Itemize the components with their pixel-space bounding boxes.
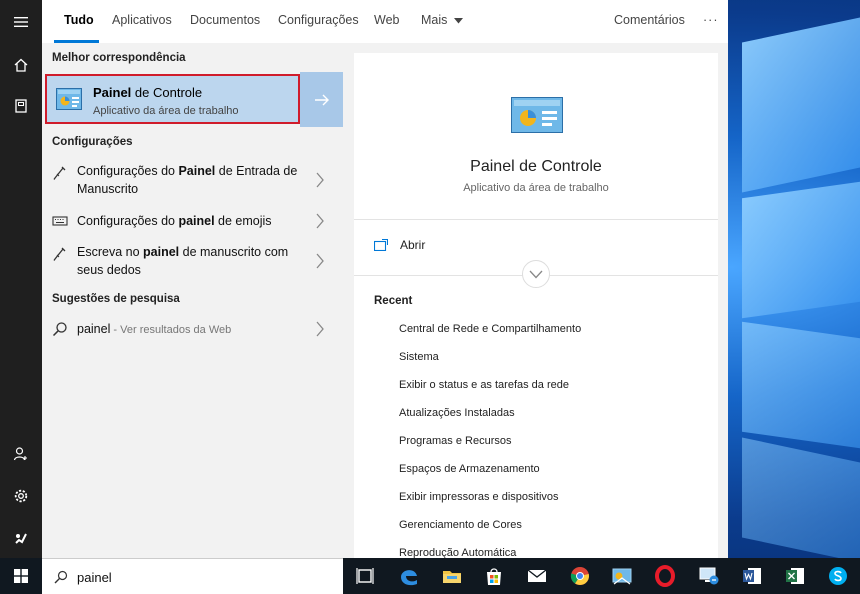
pen-settings-icon xyxy=(53,247,66,261)
result-preview-pane: Painel de Controle Aplicativo da área de… xyxy=(354,53,718,559)
arrow-right-icon xyxy=(314,94,329,105)
home-icon[interactable] xyxy=(0,45,42,85)
handwriting-settings-label: Configurações do Painel de Entrada de Ma… xyxy=(77,162,312,198)
tab-apps[interactable]: Aplicativos xyxy=(112,13,172,27)
caret-down-icon xyxy=(453,17,463,24)
search-icon xyxy=(52,322,67,337)
mail-icon[interactable] xyxy=(525,564,549,588)
list-item-web-suggestion[interactable]: painel - Ver resultados da Web xyxy=(42,320,342,340)
taskbar: painel xyxy=(0,558,860,594)
store-icon[interactable] xyxy=(482,564,506,588)
recent-item[interactable]: Espaços de Armazenamento xyxy=(399,463,540,475)
recent-item[interactable]: Exibir impressoras e dispositivos xyxy=(399,491,559,503)
best-match-expand-button[interactable] xyxy=(300,72,343,127)
recent-item[interactable]: Sistema xyxy=(399,351,439,363)
opera-icon[interactable] xyxy=(653,564,677,588)
feedback-link[interactable]: Comentários xyxy=(614,13,685,27)
chevron-down-icon xyxy=(529,270,543,278)
text-match: painel xyxy=(178,214,215,228)
list-item-handwriting-settings[interactable]: Configurações do Painel de Entrada de Ma… xyxy=(42,162,342,200)
search-input[interactable]: painel xyxy=(77,570,112,585)
tab-more-label: Mais xyxy=(421,13,448,27)
text-prefix: Configurações do xyxy=(77,214,179,228)
start-button[interactable] xyxy=(0,558,42,594)
recent-item[interactable]: Gerenciamento de Cores xyxy=(399,519,522,531)
list-item-emoji-settings[interactable]: Configurações do painel de emojis xyxy=(42,212,342,232)
control-panel-icon xyxy=(511,97,563,133)
finger-handwriting-label: Escreva no painel de manuscrito com seus… xyxy=(77,243,312,279)
start-rail xyxy=(0,0,42,558)
excel-icon[interactable] xyxy=(783,564,807,588)
recent-item[interactable]: Central de Rede e Compartilhamento xyxy=(399,323,581,335)
windows-logo-pane xyxy=(742,437,860,563)
chevron-right-icon xyxy=(316,172,324,188)
recent-item[interactable]: Programas e Recursos xyxy=(399,435,512,447)
section-header-settings: Configurações xyxy=(52,136,133,148)
settings-gear-icon[interactable] xyxy=(0,476,42,516)
tab-more[interactable]: Mais xyxy=(421,13,463,27)
chevron-right-icon xyxy=(316,321,324,337)
file-explorer-icon[interactable] xyxy=(440,564,464,588)
chevron-right-icon xyxy=(316,253,324,269)
search-filter-tabs: Tudo Aplicativos Documentos Configuraçõe… xyxy=(42,0,728,43)
text-match: Painel xyxy=(178,164,216,178)
tab-web[interactable]: Web xyxy=(374,13,399,27)
results-list: Melhor correspondência Painel de Control… xyxy=(42,43,343,558)
list-item-finger-handwriting[interactable]: Escreva no painel de manuscrito com seus… xyxy=(42,243,342,281)
hamburger-menu-icon[interactable] xyxy=(0,2,42,42)
suggestion-note: - Ver resultados da Web xyxy=(110,324,232,336)
best-match-subtitle: Aplicativo da área de trabalho xyxy=(93,105,239,117)
expand-button[interactable] xyxy=(522,260,550,288)
windows-logo-pane xyxy=(742,321,860,449)
chrome-icon[interactable] xyxy=(568,564,592,588)
tab-all[interactable]: Tudo xyxy=(64,13,94,27)
section-header-best-match: Melhor correspondência xyxy=(52,52,186,64)
text-prefix: Escreva no xyxy=(77,245,144,259)
divider xyxy=(354,219,718,220)
task-view-icon[interactable] xyxy=(353,564,377,588)
control-panel-icon[interactable] xyxy=(610,564,634,588)
windows-logo-icon xyxy=(14,569,28,583)
recent-item[interactable]: Exibir o status e as tarefas da rede xyxy=(399,379,569,391)
control-panel-icon xyxy=(56,88,82,110)
keyboard-icon xyxy=(52,216,68,226)
open-action[interactable]: Abrir xyxy=(374,236,425,254)
suggestion-query: painel xyxy=(77,322,111,336)
notebook-icon[interactable] xyxy=(0,86,42,126)
edge-icon[interactable] xyxy=(397,564,421,588)
open-label: Abrir xyxy=(400,238,426,252)
search-panel: Tudo Aplicativos Documentos Configuraçõe… xyxy=(42,0,728,559)
pen-settings-icon xyxy=(53,166,66,180)
best-match-control-panel[interactable]: Painel de Controle Aplicativo da área de… xyxy=(45,74,300,124)
section-header-suggestions: Sugestões de pesquisa xyxy=(52,293,180,305)
search-icon xyxy=(54,570,68,584)
skype-icon[interactable] xyxy=(826,564,850,588)
word-icon[interactable] xyxy=(740,564,764,588)
best-match-title-bold: Painel xyxy=(93,85,132,100)
windows-logo-pane xyxy=(742,181,860,319)
best-match-title-rest: de Controle xyxy=(131,85,203,100)
open-window-icon xyxy=(374,239,388,251)
text-suffix: de emojis xyxy=(214,214,272,228)
text-match: painel xyxy=(143,245,180,259)
best-match-title: Painel de Controle xyxy=(93,85,202,100)
feedback-hub-icon[interactable] xyxy=(0,518,42,558)
emoji-settings-label: Configurações do painel de emojis xyxy=(77,212,312,230)
recent-item[interactable]: Atualizações Instaladas xyxy=(399,407,515,419)
windows-logo-pane xyxy=(742,17,860,193)
recent-header: Recent xyxy=(374,295,413,307)
tab-documents[interactable]: Documentos xyxy=(190,13,260,27)
web-suggestion-label: painel - Ver resultados da Web xyxy=(77,320,312,339)
taskbar-search-box[interactable]: painel xyxy=(42,558,343,594)
text-prefix: Configurações do xyxy=(77,164,179,178)
more-options-button[interactable]: ··· xyxy=(703,13,719,27)
preview-title: Painel de Controle xyxy=(470,158,602,175)
remote-desktop-icon[interactable] xyxy=(697,564,721,588)
account-icon[interactable] xyxy=(0,434,42,474)
tab-settings[interactable]: Configurações xyxy=(278,13,359,27)
chevron-right-icon xyxy=(316,213,324,229)
preview-subtitle: Aplicativo da área de trabalho xyxy=(463,182,609,194)
